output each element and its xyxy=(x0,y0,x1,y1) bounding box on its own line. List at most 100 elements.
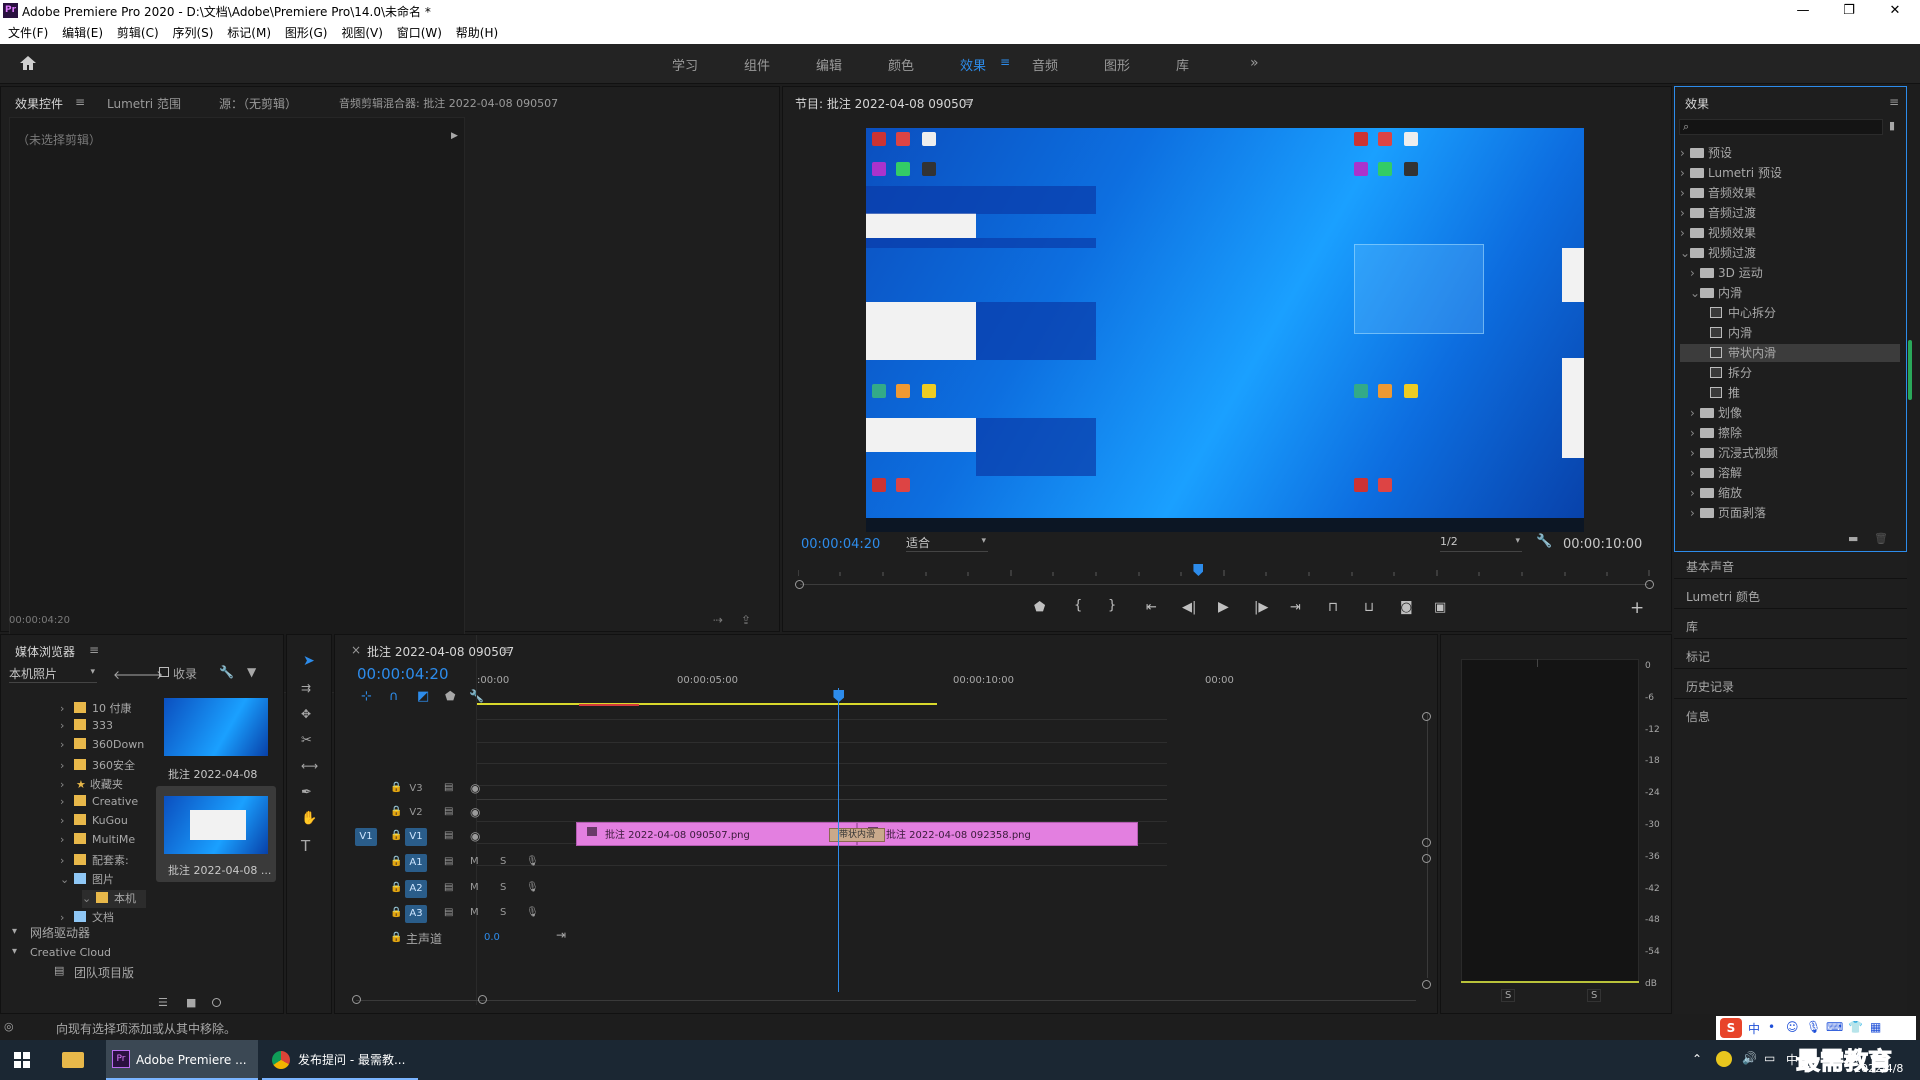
menu-help[interactable]: 帮助(H) xyxy=(456,22,498,44)
effects-tree-item[interactable]: › 缩放 xyxy=(1680,484,1900,502)
mute-button[interactable]: M xyxy=(470,907,479,918)
chevron-right-icon[interactable]: › xyxy=(60,778,72,791)
eye-icon[interactable]: ◉ xyxy=(470,805,480,819)
sync-lock-icon[interactable]: ▤ xyxy=(444,907,453,918)
effects-tree-item[interactable]: 拆分 xyxy=(1680,364,1900,382)
export-icon[interactable]: ⇪ xyxy=(741,613,751,627)
hand-tool-icon[interactable]: ✋ xyxy=(301,811,317,826)
chevron-right-icon[interactable]: › xyxy=(1690,446,1700,460)
lock-icon[interactable]: 🔒 xyxy=(390,907,402,918)
ime-mode-chinese[interactable]: 中 xyxy=(1748,1020,1760,1037)
v-scroll-handle[interactable] xyxy=(1422,854,1431,863)
chevron-right-icon[interactable]: › xyxy=(60,911,72,924)
menu-file[interactable]: 文件(F) xyxy=(8,22,48,44)
panel-info[interactable]: 信息 xyxy=(1686,708,1710,725)
eye-icon[interactable]: ◉ xyxy=(470,829,480,843)
chevron-right-icon[interactable]: › xyxy=(1690,466,1700,480)
panel-libraries[interactable]: 库 xyxy=(1686,618,1698,635)
h-scroll-handle-left[interactable] xyxy=(352,995,361,1004)
pen-tool-icon[interactable]: ✒ xyxy=(301,785,312,800)
track-name-a2[interactable]: A2 xyxy=(405,880,427,898)
more-workspaces-icon[interactable]: » xyxy=(1250,55,1259,71)
linked-selection-icon[interactable]: ◩ xyxy=(417,689,429,704)
video-clip[interactable]: 批注 2022-04-08 090507.png xyxy=(576,822,857,846)
network-icon[interactable]: ▭ xyxy=(1764,1051,1775,1065)
ime-tools-icon[interactable]: ▦ xyxy=(1870,1020,1881,1034)
tab-lumetri-scopes[interactable]: Lumetri 范围 xyxy=(107,95,181,112)
close-button[interactable]: ✕ xyxy=(1872,0,1918,22)
track-select-tool-icon[interactable]: ⇉ xyxy=(301,681,311,695)
chevron-down-icon[interactable]: ⌄ xyxy=(60,873,72,886)
media-tree-item[interactable]: ⌄ 本机 xyxy=(82,890,146,908)
resolution-dropdown[interactable]: 1/2 ▾ xyxy=(1440,534,1522,552)
solo-button-left[interactable]: S xyxy=(1501,989,1516,1002)
new-bin-icon[interactable]: ▮ xyxy=(1889,119,1895,132)
effects-tree-item[interactable]: 推 xyxy=(1680,384,1900,402)
workspace-assembly[interactable]: 组件 xyxy=(744,55,770,74)
eye-icon[interactable]: ◉ xyxy=(470,781,480,795)
effects-tree-item[interactable]: 中心拆分 xyxy=(1680,304,1900,322)
effects-tree-item[interactable]: › 音频效果 xyxy=(1680,184,1900,202)
solo-button[interactable]: S xyxy=(500,907,506,918)
ime-keyboard-icon[interactable]: ⌨ xyxy=(1826,1020,1843,1034)
track-name-a3[interactable]: A3 xyxy=(405,905,427,923)
chevron-right-icon[interactable]: › xyxy=(1680,226,1690,240)
tray-app-icon[interactable] xyxy=(1716,1051,1732,1067)
ime-skin-icon[interactable]: 👕 xyxy=(1848,1020,1863,1034)
icon-view-icon[interactable]: ■ xyxy=(186,996,196,1009)
chevron-down-icon[interactable]: ⌄ xyxy=(1690,286,1700,300)
source-patch-v1[interactable]: V1 xyxy=(355,828,377,846)
windows-start-icon[interactable] xyxy=(14,1052,30,1068)
effects-tree-item[interactable]: › 划像 xyxy=(1680,404,1900,422)
chevron-right-icon[interactable]: › xyxy=(1680,166,1690,180)
solo-button-right[interactable]: S xyxy=(1587,989,1602,1002)
effects-tree-item[interactable]: ⌄ 内滑 xyxy=(1680,284,1900,302)
minimize-button[interactable]: — xyxy=(1780,0,1826,22)
close-sequence-icon[interactable]: × xyxy=(351,643,361,657)
menu-sequence[interactable]: 序列(S) xyxy=(172,22,213,44)
chevron-down-icon[interactable]: ⌄ xyxy=(1680,246,1690,260)
lock-icon[interactable]: 🔒 xyxy=(390,856,402,867)
panel-lumetri-color[interactable]: Lumetri 颜色 xyxy=(1686,588,1760,605)
add-marker-icon[interactable]: ⬟ xyxy=(1034,600,1045,615)
panel-essential-sound[interactable]: 基本声音 xyxy=(1686,558,1734,575)
location-dropdown[interactable]: 本机照片 ▾ xyxy=(9,665,97,683)
media-thumb-1[interactable]: 批注 2022-04-08 ... xyxy=(162,692,270,795)
tab-effect-controls[interactable]: 效果控件 xyxy=(15,95,63,112)
work-area-bar[interactable] xyxy=(477,703,937,705)
lock-icon[interactable]: 🔒 xyxy=(390,806,402,817)
comparison-view-icon[interactable]: ▣ xyxy=(1434,600,1446,615)
creative-cloud-label[interactable]: Creative Cloud xyxy=(30,946,111,959)
zoom-handle-right[interactable] xyxy=(1645,580,1654,589)
sync-lock-icon[interactable]: ▤ xyxy=(444,782,453,793)
chevron-right-icon[interactable]: › xyxy=(1690,266,1700,280)
program-time-ruler[interactable] xyxy=(798,566,1650,576)
workspace-color[interactable]: 颜色 xyxy=(888,55,914,74)
media-tree-item[interactable]: › Creative xyxy=(60,795,146,813)
expand-cc-icon[interactable]: ▾ xyxy=(12,946,17,957)
chevron-right-icon[interactable]: › xyxy=(1680,146,1690,160)
taskbar-premiere[interactable]: Pr Adobe Premiere ... xyxy=(106,1040,258,1080)
menu-window[interactable]: 窗口(W) xyxy=(397,22,442,44)
effects-tree-item[interactable]: ⌄ 视频过渡 xyxy=(1680,244,1900,262)
expand-arrow-icon[interactable]: ▶ xyxy=(451,131,458,141)
lift-icon[interactable]: ⊓ xyxy=(1328,600,1338,615)
effects-tree-item[interactable]: › 预设 xyxy=(1680,144,1900,162)
collect-checkbox[interactable] xyxy=(159,667,169,677)
go-to-in-icon[interactable]: ⇤ xyxy=(1146,600,1157,615)
filter-icon[interactable]: ▼ xyxy=(247,665,256,679)
media-tree-item[interactable]: › KuGou xyxy=(60,814,146,832)
menu-graphics[interactable]: 图形(G) xyxy=(285,22,328,44)
camera-icon[interactable]: ◙ xyxy=(1400,600,1413,615)
chevron-right-icon[interactable]: › xyxy=(60,854,72,867)
ime-voice-icon[interactable]: 🎙 xyxy=(1806,1020,1821,1034)
ime-toolbar[interactable]: S 中 • ☺ 🎙 ⌨ 👕 ▦ xyxy=(1716,1016,1916,1040)
step-forward-icon[interactable]: |▶ xyxy=(1254,600,1268,615)
button-editor-icon[interactable]: + xyxy=(1630,598,1644,618)
list-view-icon[interactable]: ☰ xyxy=(158,996,168,1009)
media-tree-item[interactable]: › 333 xyxy=(60,719,146,737)
type-tool-icon[interactable]: T xyxy=(301,837,310,855)
program-timecode[interactable]: 00:00:04:20 xyxy=(801,537,880,552)
chevron-right-icon[interactable]: › xyxy=(1680,206,1690,220)
track-name-v1[interactable]: V1 xyxy=(405,828,427,846)
